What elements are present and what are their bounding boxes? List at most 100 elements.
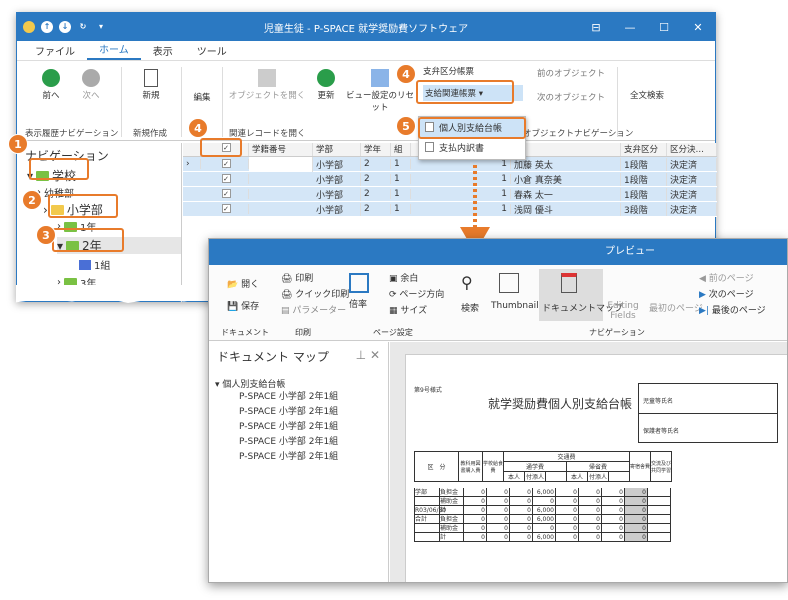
page-dir-button[interactable]: ⟳ ページ方向 <box>389 287 444 300</box>
docmap-item[interactable]: P-SPACE 小学部 2年1組 <box>239 450 388 465</box>
value-cell <box>648 524 671 533</box>
report-rows: 学部 負担金 0 0 0 6,000 0 0 0 0 補助金 0 0 0 0 0 0 0 0 R03/06/30 計 0 0… <box>414 488 671 542</box>
save-button[interactable]: 💾 保存 <box>227 299 259 312</box>
zoom-button[interactable]: 倍率 <box>349 297 367 310</box>
divider <box>222 67 223 137</box>
group-history: 表示履歴ナビゲーション <box>25 129 119 139</box>
row-label <box>414 524 440 533</box>
docmap-item[interactable]: P-SPACE 小学部 2年1組 <box>239 420 388 435</box>
preview-title: プレビュー <box>209 239 787 265</box>
subsidy-books-button[interactable]: 支弁区分帳票 <box>423 65 513 77</box>
docmap-root[interactable]: ▾ 個人別支給台帳 <box>209 377 388 390</box>
margin-button[interactable]: ▣ 余白 <box>389 271 418 284</box>
close-button[interactable]: ✕ <box>681 21 715 34</box>
chevron-down-icon[interactable]: ▾ <box>95 21 107 33</box>
column-grade[interactable]: 学年 <box>361 143 391 156</box>
value-cell: 0 <box>510 524 533 533</box>
cell: 浅岡 優斗 <box>511 202 621 216</box>
menu-item-payment-detail[interactable]: 支払内訳書 <box>419 137 525 157</box>
thumbnails-button[interactable]: Thumbnails <box>491 301 543 311</box>
title-bar: ↑ ↓ ↻ ▾ 児童生徒 - P-SPACE 就学奨励費ソフトウェア ⊟ — ☐… <box>17 13 715 41</box>
column-student-id[interactable]: 学籍番号 <box>249 143 313 156</box>
params-button[interactable]: ▤ パラメーター <box>281 303 346 316</box>
highlight-elementary <box>48 194 118 218</box>
value-cell: 6,000 <box>533 515 556 524</box>
value-cell: 0 <box>579 497 602 506</box>
cell: 小学部 <box>313 157 361 171</box>
value-cell: 0 <box>625 533 648 542</box>
table-row[interactable]: ✓ 小学部 2 1 1 小倉 真奈美 1段階 決定済 <box>183 172 717 187</box>
edit-button[interactable]: 編集 <box>187 91 217 103</box>
docmap-item[interactable]: P-SPACE 小学部 2年1組 <box>239 390 388 405</box>
value-cell: 0 <box>533 497 556 506</box>
quick-print-button[interactable]: 🖨 クイック印刷 <box>281 287 349 300</box>
upload-icon[interactable]: ↑ <box>41 21 53 33</box>
tree-node-class1[interactable]: 1組 <box>79 257 110 272</box>
menu-tools[interactable]: ツール <box>185 41 239 60</box>
cell: 1 <box>391 159 411 169</box>
column-status[interactable]: 区分決… <box>667 143 717 156</box>
highlight-grade2 <box>52 228 124 252</box>
value-cell: 0 <box>487 524 510 533</box>
print-button[interactable]: 🖨 印刷 <box>281 271 313 284</box>
prev-page-button[interactable]: ◀ 前のページ <box>699 271 754 284</box>
full-search-button[interactable]: 全文検索 <box>623 89 671 101</box>
minimize-button[interactable]: — <box>613 21 647 34</box>
value-cell: 0 <box>487 497 510 506</box>
menu-view[interactable]: 表示 <box>141 41 185 60</box>
prev-object-button[interactable]: 前のオブジェクト <box>537 67 617 79</box>
row-checkbox[interactable]: ✓ <box>221 174 231 183</box>
first-page-button[interactable]: 最初のページ <box>649 301 703 314</box>
menu-file[interactable]: ファイル <box>23 41 87 60</box>
docmap-item[interactable]: P-SPACE 小学部 2年1組 <box>239 405 388 420</box>
column-division[interactable]: 学部 <box>313 143 361 156</box>
search-button[interactable]: 検索 <box>461 301 479 314</box>
size-button[interactable]: ▦ サイズ <box>389 303 427 316</box>
highlight-school <box>29 158 89 180</box>
open-button[interactable]: 📂 開く <box>227 277 259 290</box>
column-subsidy[interactable]: 支弁区分 <box>621 143 667 156</box>
download-icon[interactable]: ↓ <box>59 21 71 33</box>
margin-label: 余白 <box>400 274 419 284</box>
view-settings-label: ビュー設定のリセット <box>345 91 414 113</box>
column-class[interactable]: 組 <box>391 143 411 156</box>
new-button[interactable]: 新規 <box>133 69 169 101</box>
value-cell: 0 <box>487 533 510 542</box>
header-cell: 交流及び共同学習 <box>650 451 672 482</box>
table-row[interactable]: ✓ 小学部 2 1 1 春森 太一 1段階 決定済 <box>183 187 717 202</box>
app-icon <box>23 21 35 33</box>
value-cell: 0 <box>579 515 602 524</box>
row-label: R03/06/30 <box>414 506 447 515</box>
open-object-button[interactable]: オブジェクトを開く <box>227 69 307 101</box>
forward-button[interactable]: 次へ <box>71 69 111 101</box>
value-cell: 0 <box>487 515 510 524</box>
group-related: 関連レコードを開く <box>229 129 306 139</box>
row-checkbox[interactable]: ✓ <box>221 159 231 168</box>
maximize-button[interactable]: ☐ <box>647 21 681 34</box>
cell: 決定済 <box>667 187 717 201</box>
cell: 加藤 英太 <box>511 157 621 171</box>
row-checkbox[interactable]: ✓ <box>221 204 231 213</box>
report-title: 就学奨励費個人別支給台帳 <box>488 397 633 411</box>
window-icon <box>258 69 276 87</box>
next-page-button[interactable]: ▶ 次のページ <box>699 287 754 300</box>
row-type: 負担金 <box>440 488 464 497</box>
ribbon-display-button[interactable]: ⊟ <box>579 21 613 34</box>
value-cell: 0 <box>533 524 556 533</box>
back-button[interactable]: 前へ <box>31 69 71 101</box>
editing-fields-button[interactable]: Editing Fields <box>607 301 639 321</box>
value-cell: 0 <box>464 533 487 542</box>
row-checkbox[interactable]: ✓ <box>221 189 231 198</box>
table-row[interactable]: ✓ 小学部 2 1 1 浅岡 優斗 3段階 決定済 <box>183 202 717 217</box>
cell: 2 <box>361 189 391 199</box>
value-cell <box>648 488 671 497</box>
cell: 小学部 <box>313 172 361 186</box>
pin-icon[interactable]: ⊥ ✕ <box>356 348 380 365</box>
last-page-button[interactable]: ▶| 最後のページ <box>699 303 766 316</box>
menu-home[interactable]: ホーム <box>87 39 141 60</box>
parent-name-label: 保護者等氏名 <box>643 428 680 435</box>
refresh-button[interactable]: 更新 <box>311 69 341 101</box>
refresh-icon[interactable]: ↻ <box>77 21 89 33</box>
docmap-item[interactable]: P-SPACE 小学部 2年1組 <box>239 435 388 450</box>
next-object-button[interactable]: 次のオブジェクト <box>537 91 617 103</box>
